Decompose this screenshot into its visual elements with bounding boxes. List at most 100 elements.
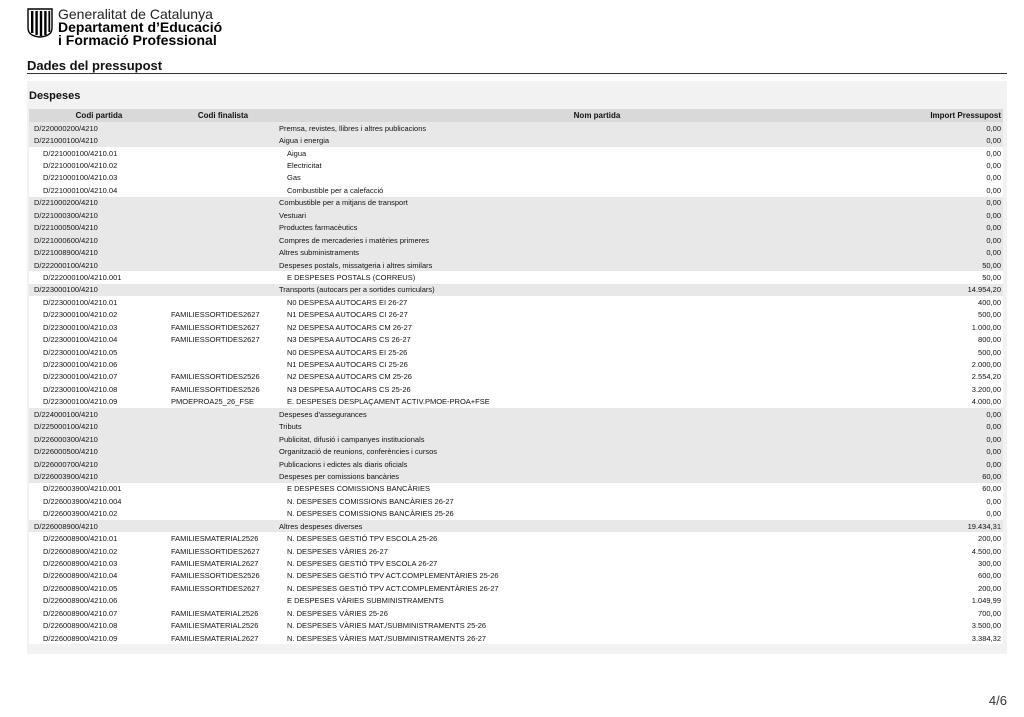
cell-code: D/223000100/4210.04	[29, 333, 169, 346]
cell-name: Compres de mercaderies i matèries primer…	[277, 233, 917, 247]
cell-amount: 700,00	[917, 607, 1003, 620]
cell-name: N2 DESPESA AUTOCARS CM 25-26	[277, 370, 917, 384]
cell-name: E. DESPESES DESPLAÇAMENT ACTIV.PMOE-PROA…	[277, 395, 917, 409]
cell-finalist	[169, 432, 277, 446]
cell-amount: 2.554,20	[917, 370, 1003, 384]
cell-name: E DESPESES COMISSIONS BANCÀRIES	[277, 482, 917, 496]
section-title: Despeses	[29, 90, 81, 102]
cell-code: D/226008900/4210.02	[29, 544, 169, 558]
cell-code: D/223000100/4210.01	[29, 296, 169, 309]
cell-amount: 500,00	[917, 345, 1003, 359]
cell-code: D/221000100/4210.01	[29, 146, 169, 160]
table-row: D/221000600/4210 Compres de mercaderies i…	[29, 233, 1003, 247]
table-row: D/226000500/4210 Organització de reunions…	[29, 445, 1003, 458]
cell-finalist	[169, 345, 277, 359]
cell-amount: 0,00	[917, 196, 1003, 210]
cell-code: D/226003900/4210.004	[29, 495, 169, 508]
cell-finalist: FAMILIESMATERIAL2526	[169, 607, 277, 620]
cell-amount: 200,00	[917, 582, 1003, 595]
cell-finalist	[169, 470, 277, 483]
table-row: D/220000200/4210 Premsa, revistes, llibre…	[29, 122, 1003, 135]
cell-finalist: PMOEPROA25_26_FSE	[169, 395, 277, 409]
cell-code: D/226008900/4210.05	[29, 582, 169, 595]
cell-amount: 400,00	[917, 296, 1003, 309]
cell-code: D/221000600/4210	[29, 233, 169, 247]
cell-code: D/223000100/4210.08	[29, 383, 169, 396]
cell-code: D/226008900/4210	[29, 520, 169, 533]
table-row: D/221000100/4210.01 Aigua 0,00	[29, 146, 1003, 160]
cell-amount: 0,00	[917, 134, 1003, 147]
column-header-finalist: Codi finalista	[169, 109, 277, 122]
table-row: D/221000100/4210.02 Electricitat 0,00	[29, 159, 1003, 172]
cell-finalist: FAMILIESMATERIAL2526	[169, 619, 277, 632]
cell-code: D/221000100/4210.04	[29, 184, 169, 197]
cell-code: D/226000700/4210	[29, 457, 169, 471]
cell-amount: 0,00	[917, 209, 1003, 222]
cell-amount: 60,00	[917, 470, 1003, 483]
cell-finalist: FAMILIESMATERIAL2627	[169, 557, 277, 570]
cell-code: D/226003900/4210.02	[29, 507, 169, 520]
cell-name: Organització de reunions, conferències i…	[277, 445, 917, 458]
cell-amount: 0,00	[917, 221, 1003, 234]
cell-finalist	[169, 445, 277, 458]
cell-amount: 1.049,99	[917, 594, 1003, 608]
cell-code: D/221008900/4210	[29, 246, 169, 259]
generalitat-coat-of-arms-icon	[27, 8, 53, 38]
cell-name: N2 DESPESA AUTOCARS CM 26-27	[277, 321, 917, 334]
table-row: D/224000100/4210 Despeses d'assegurances 0…	[29, 408, 1003, 421]
cell-name: Combustible per a mitjans de transport	[277, 196, 917, 210]
cell-name: N. DESPESES VÀRIES MAT./SUBMINISTRAMENTS…	[277, 631, 917, 645]
cell-finalist	[169, 209, 277, 222]
cell-name: N. DESPESES VÀRIES MAT./SUBMINISTRAMENTS…	[277, 619, 917, 632]
cell-finalist	[169, 146, 277, 160]
cell-name: Despeses per comissions bancàries	[277, 470, 917, 483]
cell-amount: 0,00	[917, 507, 1003, 520]
cell-amount: 0,00	[917, 122, 1003, 135]
cell-amount: 0,00	[917, 171, 1003, 185]
expenses-panel: Despeses Codi partida Codi finalista Nom…	[27, 81, 1007, 654]
cell-name: E DESPESES POSTALS (CORREUS)	[277, 271, 917, 284]
cell-code: D/226008900/4210.08	[29, 619, 169, 632]
cell-name: N3 DESPESA AUTOCARS CS 25-26	[277, 383, 917, 396]
cell-code: D/223000100/4210.06	[29, 358, 169, 371]
cell-finalist	[169, 271, 277, 284]
column-header-amount: Import Pressupost	[917, 109, 1003, 122]
table-row: D/226003900/4210 Despeses per comissions …	[29, 470, 1003, 483]
table-row: D/221000300/4210 Vestuari 0,00	[29, 209, 1003, 222]
table-row: D/222000100/4210 Despeses postals, missat…	[29, 258, 1003, 272]
cell-name: Despeses postals, missatgeria i altres s…	[277, 258, 917, 272]
table-row: D/221000200/4210 Combustible per a mitjan…	[29, 196, 1003, 210]
cell-code: D/223000100/4210.03	[29, 321, 169, 334]
cell-code: D/222000100/4210.001	[29, 271, 169, 284]
cell-finalist	[169, 358, 277, 371]
cell-amount: 0,00	[917, 159, 1003, 172]
table-row: D/226003900/4210.02 N. DESPESES COMISSION…	[29, 507, 1003, 520]
cell-code: D/226003900/4210.001	[29, 482, 169, 496]
cell-name: Aigua i energia	[277, 134, 917, 147]
table-row: D/226008900/4210.03 FAMILIESMATERIAL2627 N…	[29, 557, 1003, 570]
table-row: D/222000100/4210.001 E DESPESES POSTALS (…	[29, 271, 1003, 284]
cell-code: D/221000100/4210	[29, 134, 169, 147]
cell-finalist: FAMILIESSORTIDES2526	[169, 383, 277, 396]
cell-name: Altres despeses diverses	[277, 520, 917, 533]
page-number: 4/6	[988, 693, 1007, 708]
table-row: D/223000100/4210.02 FAMILIESSORTIDES2627 N…	[29, 308, 1003, 321]
table-row: D/226008900/4210.02 FAMILIESSORTIDES2627 N…	[29, 544, 1003, 558]
cell-name: Publicacions i edictes als diaris oficia…	[277, 457, 917, 471]
cell-code: D/226000500/4210	[29, 445, 169, 458]
cell-finalist	[169, 159, 277, 172]
cell-amount: 200,00	[917, 532, 1003, 545]
cell-amount: 3.500,00	[917, 619, 1003, 632]
table-row: D/226003900/4210.001 E DESPESES COMISSION…	[29, 482, 1003, 496]
table-row: D/226000300/4210 Publicitat, difusió i ca…	[29, 432, 1003, 446]
cell-code: D/226008900/4210.09	[29, 631, 169, 645]
cell-name: N0 DESPESA AUTOCARS EI 26-27	[277, 296, 917, 309]
cell-code: D/223000100/4210.09	[29, 395, 169, 409]
cell-code: D/223000100/4210.02	[29, 308, 169, 321]
cell-finalist	[169, 196, 277, 210]
cell-code: D/221000100/4210.03	[29, 171, 169, 185]
cell-amount: 300,00	[917, 557, 1003, 570]
cell-amount: 0,00	[917, 184, 1003, 197]
cell-finalist	[169, 507, 277, 520]
cell-finalist	[169, 221, 277, 234]
